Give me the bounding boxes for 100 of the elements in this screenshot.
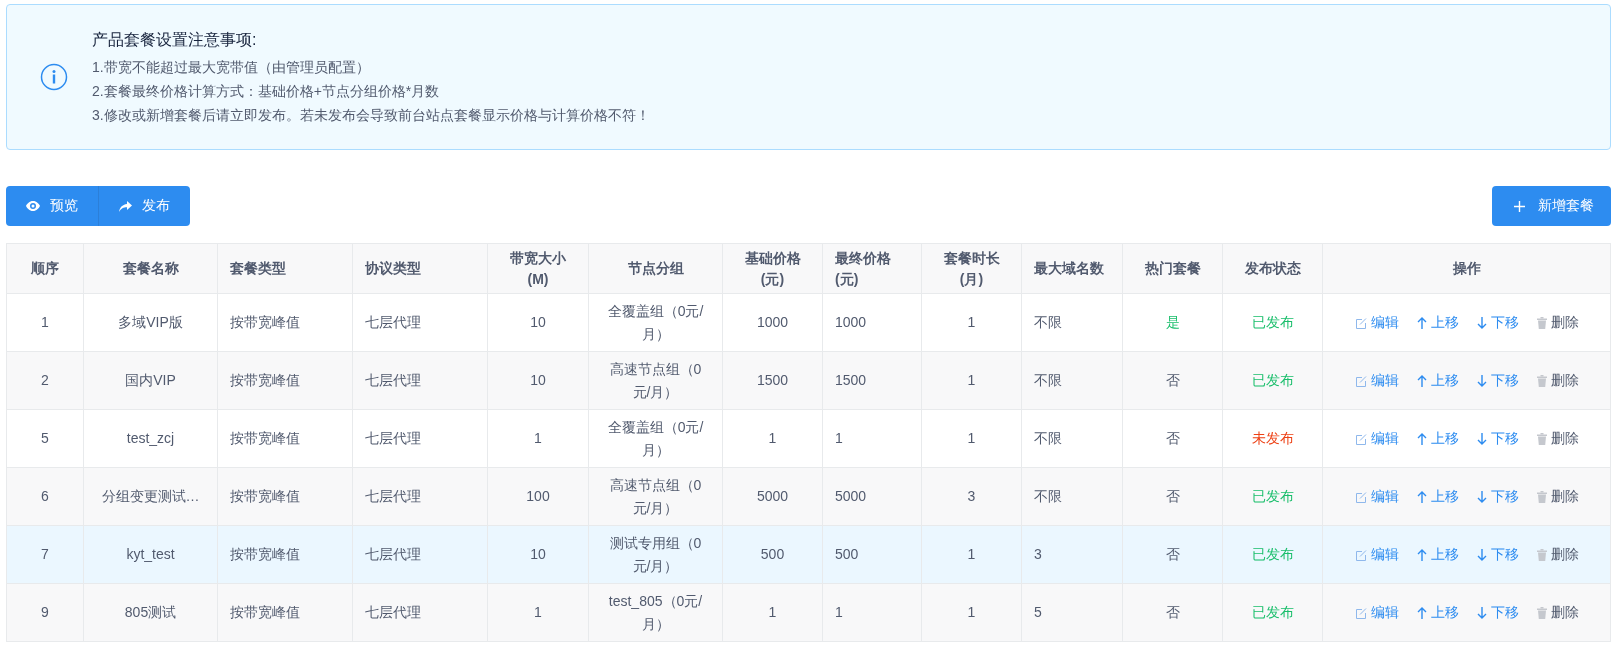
move-up-link[interactable]: 上移 xyxy=(1416,313,1459,332)
arrow-up-icon xyxy=(1416,606,1427,619)
move-up-link[interactable]: 上移 xyxy=(1416,545,1459,564)
notice-item: 1.带宽不能超过最大宽带值（由管理员配置） xyxy=(92,58,371,77)
table-row[interactable]: 6 分组变更测试… 按带宽峰值 七层代理 100 高速节点组（0元/月） 5000 5000 3 不限 否 已发布 编辑 上移 下移 删除 xyxy=(6,467,1611,526)
edit-link[interactable]: 编辑 xyxy=(1354,603,1399,622)
status-cell: 已发布 xyxy=(1222,351,1323,410)
table-cell: 七层代理 xyxy=(352,525,488,584)
table-cell: 全覆盖组（0元/月） xyxy=(588,293,723,352)
arrow-up-icon xyxy=(1416,490,1427,503)
trash-icon xyxy=(1536,316,1547,329)
column-header: 热门套餐 xyxy=(1122,243,1223,294)
table-cell: 按带宽峰值 xyxy=(217,293,353,352)
status-cell: 已发布 xyxy=(1222,583,1323,642)
plus-icon xyxy=(1514,200,1525,212)
arrow-down-icon xyxy=(1476,548,1487,561)
table-cell: 1 xyxy=(921,293,1022,352)
table-cell: 按带宽峰值 xyxy=(217,467,353,526)
table-cell: 1 xyxy=(722,409,823,468)
table-cell: 1500 xyxy=(722,351,823,410)
table-cell: 不限 xyxy=(1021,293,1123,352)
column-header: 基础价格(元) xyxy=(722,243,823,294)
table-cell: 七层代理 xyxy=(352,467,488,526)
move-up-link[interactable]: 上移 xyxy=(1416,371,1459,390)
column-header: 协议类型 xyxy=(352,243,488,294)
move-down-link[interactable]: 下移 xyxy=(1476,545,1519,564)
edit-link[interactable]: 编辑 xyxy=(1354,429,1399,448)
hot-cell: 否 xyxy=(1122,409,1223,468)
add-package-button[interactable]: 新增套餐 xyxy=(1492,186,1611,226)
delete-link[interactable]: 删除 xyxy=(1536,545,1579,564)
trash-icon xyxy=(1536,490,1547,503)
table-cell: test_zcj xyxy=(83,409,218,468)
table-row[interactable]: 2 国内VIP 按带宽峰值 七层代理 10 高速节点组（0元/月） 1500 1500 1 不限 否 已发布 编辑 上移 下移 删除 xyxy=(6,351,1611,410)
trash-icon xyxy=(1536,606,1547,619)
edit-icon xyxy=(1354,490,1367,503)
table-cell: 6 xyxy=(6,467,84,526)
hot-cell: 否 xyxy=(1122,525,1223,584)
column-header: 套餐名称 xyxy=(83,243,218,294)
notice-item: 3.修改或新增套餐后请立即发布。若未发布会导致前台站点套餐显示价格与计算价格不符！ xyxy=(92,106,650,125)
delete-link[interactable]: 删除 xyxy=(1536,487,1579,506)
table-cell: 高速节点组（0元/月） xyxy=(588,467,723,526)
table-cell: 1500 xyxy=(822,351,922,410)
move-up-link[interactable]: 上移 xyxy=(1416,603,1459,622)
table-row[interactable]: 5 test_zcj 按带宽峰值 七层代理 1 全覆盖组（0元/月） 1 1 1 不限 否 未发布 编辑 上移 下移 删除 xyxy=(6,409,1611,468)
table-cell: 1 xyxy=(722,583,823,642)
column-header: 套餐类型 xyxy=(217,243,353,294)
move-down-link[interactable]: 下移 xyxy=(1476,603,1519,622)
delete-link[interactable]: 删除 xyxy=(1536,429,1579,448)
table-cell: 805测试 xyxy=(83,583,218,642)
delete-link[interactable]: 删除 xyxy=(1536,603,1579,622)
delete-link[interactable]: 删除 xyxy=(1536,371,1579,390)
table-cell: 5000 xyxy=(722,467,823,526)
info-icon xyxy=(40,63,68,91)
table-cell: 100 xyxy=(487,467,589,526)
table-cell: 七层代理 xyxy=(352,583,488,642)
hot-cell: 否 xyxy=(1122,467,1223,526)
publish-button[interactable]: 发布 xyxy=(99,186,190,226)
move-up-link[interactable]: 上移 xyxy=(1416,487,1459,506)
table-cell: 不限 xyxy=(1021,467,1123,526)
arrow-down-icon xyxy=(1476,374,1487,387)
table-cell: 500 xyxy=(722,525,823,584)
table-cell: 七层代理 xyxy=(352,409,488,468)
delete-link[interactable]: 删除 xyxy=(1536,313,1579,332)
preview-button[interactable]: 预览 xyxy=(6,186,99,226)
edit-link[interactable]: 编辑 xyxy=(1354,487,1399,506)
notice-item: 2.套餐最终价格计算方式：基础价格+节点分组价格*月数 xyxy=(92,82,441,101)
table-cell: test_805（0元/月） xyxy=(588,583,723,642)
table-cell: 1 xyxy=(487,409,589,468)
column-header: 发布状态 xyxy=(1222,243,1323,294)
table-row[interactable]: 7 kyt_test 按带宽峰值 七层代理 10 测试专用组（0元/月） 500 500 1 3 否 已发布 编辑 上移 下移 删除 xyxy=(6,525,1611,584)
table-cell: 3 xyxy=(921,467,1022,526)
table-cell: 5000 xyxy=(822,467,922,526)
edit-icon xyxy=(1354,316,1367,329)
table-cell: 按带宽峰值 xyxy=(217,525,353,584)
column-header: 最终价格(元) xyxy=(822,243,922,294)
edit-link[interactable]: 编辑 xyxy=(1354,313,1399,332)
share-arrow-icon xyxy=(119,200,132,212)
status-cell: 已发布 xyxy=(1222,467,1323,526)
edit-icon xyxy=(1354,374,1367,387)
table-cell: 国内VIP xyxy=(83,351,218,410)
edit-link[interactable]: 编辑 xyxy=(1354,371,1399,390)
table-cell: 1 xyxy=(921,583,1022,642)
table-cell: 1 xyxy=(822,583,922,642)
table-cell: 高速节点组（0元/月） xyxy=(588,351,723,410)
table-cell: 10 xyxy=(487,351,589,410)
move-down-link[interactable]: 下移 xyxy=(1476,487,1519,506)
table-row[interactable]: 1 多域VIP版 按带宽峰值 七层代理 10 全覆盖组（0元/月） 1000 1000 1 不限 是 已发布 编辑 上移 下移 删除 xyxy=(6,293,1611,352)
edit-link[interactable]: 编辑 xyxy=(1354,545,1399,564)
move-down-link[interactable]: 下移 xyxy=(1476,371,1519,390)
status-cell: 已发布 xyxy=(1222,525,1323,584)
table-cell: 1 xyxy=(487,583,589,642)
trash-icon xyxy=(1536,548,1547,561)
move-up-link[interactable]: 上移 xyxy=(1416,429,1459,448)
table-cell: 1000 xyxy=(722,293,823,352)
table-cell: 按带宽峰值 xyxy=(217,409,353,468)
table-row[interactable]: 9 805测试 按带宽峰值 七层代理 1 test_805（0元/月） 1 1 1 5 否 已发布 编辑 上移 下移 删除 xyxy=(6,583,1611,642)
move-down-link[interactable]: 下移 xyxy=(1476,429,1519,448)
table-cell: 1 xyxy=(921,525,1022,584)
move-down-link[interactable]: 下移 xyxy=(1476,313,1519,332)
table-cell: 10 xyxy=(487,293,589,352)
